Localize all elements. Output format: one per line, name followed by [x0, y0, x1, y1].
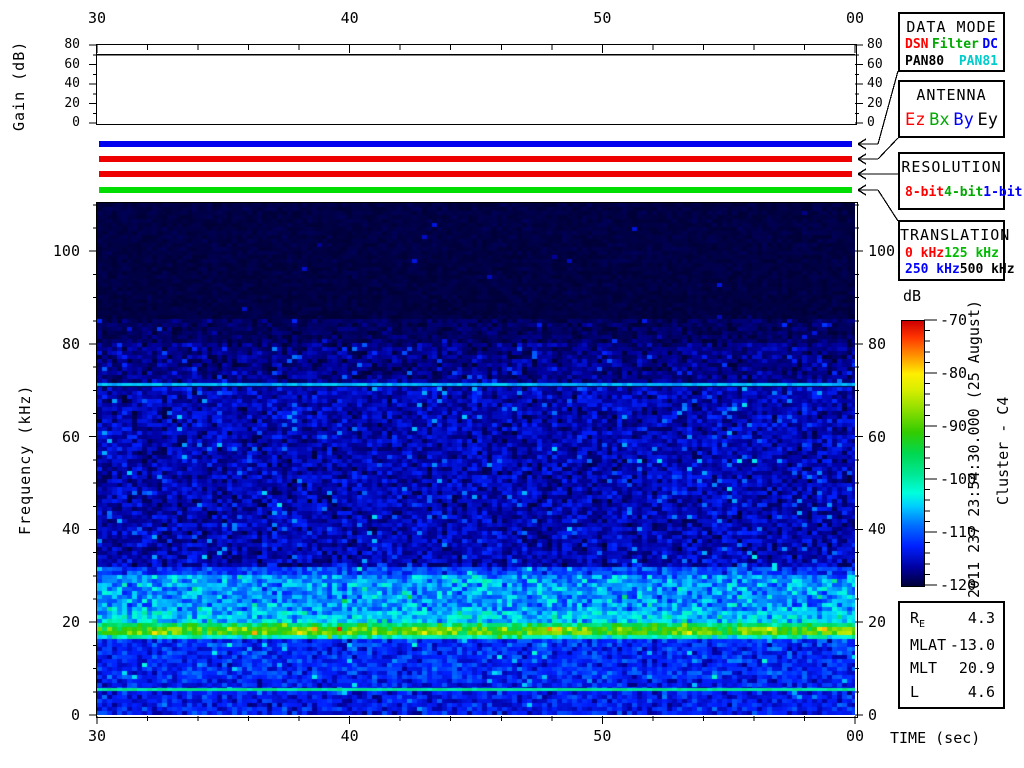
freq-y-tick-label: 0 [70, 706, 80, 724]
gain-y-tick-label-right: 80 [867, 37, 883, 52]
gain-y-tick-label: 20 [64, 95, 80, 111]
resolution-title: RESOLUTION [901, 158, 1002, 176]
resolution-option: 1-bit [983, 184, 1023, 200]
gain-y-tick-label-right: 20 [867, 95, 883, 111]
antenna-option: By [953, 110, 974, 130]
ephemeris-label-subscript: E [919, 618, 926, 630]
antenna-option: Ey [977, 110, 998, 130]
data-mode-title: DATA MODE [906, 18, 997, 36]
translation-title: TRANSLATION [900, 226, 1011, 244]
ephemeris-value: 20.9 [958, 659, 995, 678]
ephemeris-label: L [910, 683, 920, 702]
data-mode-indicator-bar [99, 141, 852, 147]
ephemeris-value: 4.6 [967, 683, 995, 702]
gain-plot [96, 44, 857, 125]
ephemeris-row: MLAT -13.0 [900, 636, 1003, 654]
data-mode-option: PAN81 [958, 53, 998, 69]
ephemeris-panel: RE 4.3 MLAT -13.0 MLT 20.9 L 4.6 [898, 601, 1005, 709]
gain-y-tick-label-right: 40 [867, 76, 883, 91]
time-x-tick-label: 30 [87, 727, 107, 745]
freq-y-tick-label-right: 100 [868, 242, 896, 261]
spectrogram-frame [96, 202, 858, 718]
resolution-panel: RESOLUTION 8-bit 4-bit 1-bit [898, 152, 1022, 210]
colorbar-tick-label: -100 [940, 470, 977, 488]
translation-option: 250 kHz [905, 262, 960, 278]
gain-y-tick-label: 60 [64, 56, 80, 72]
gain-top-x-tick-label: 00 [845, 9, 865, 27]
data-mode-option-row: PAN80 PAN81 [900, 54, 1003, 69]
antenna-option: Bx [929, 110, 950, 130]
antenna-option: Ez [905, 110, 926, 130]
resolution-option: 8-bit [905, 184, 945, 200]
freq-y-tick-label-right: 80 [868, 334, 887, 353]
antenna-option-row: Ez Bx By Ey [900, 110, 1003, 130]
time-x-tick-label: 40 [340, 727, 359, 745]
freq-y-tick-label: 20 [61, 613, 80, 632]
translation-option-row: 250 kHz 500 kHz [900, 262, 1015, 278]
cluster-wbd-spectrogram-display: Gain (dB) Frequency (kHz) dB 2011 237 23… [0, 0, 1024, 768]
colorbar-tick-label: -70 [940, 311, 968, 329]
gain-axis-title: Gain (dB) [10, 40, 28, 132]
freq-y-tick-label: 80 [61, 334, 80, 353]
antenna-panel: ANTENNA Ez Bx By Ey [898, 80, 1005, 138]
gain-y-tick-label: 40 [64, 76, 80, 91]
frequency-axis-title: Frequency (kHz) [16, 384, 34, 536]
colorbar-tick-label: -90 [940, 417, 968, 435]
translation-option: 500 kHz [959, 262, 1015, 278]
colorbar-tick-label: -110 [940, 523, 977, 541]
data-mode-option: DC [982, 37, 998, 53]
time-axis-title: TIME (sec) [890, 729, 981, 747]
gain-y-tick-label: 0 [72, 115, 80, 130]
freq-y-tick-label-right: 0 [868, 706, 878, 724]
gain-top-x-tick-label: 40 [340, 9, 359, 27]
freq-y-tick-label-right: 40 [868, 520, 887, 539]
ephemeris-row: RE 4.3 [900, 609, 1003, 630]
colorbar [901, 320, 925, 587]
ephemeris-label: MLT [910, 659, 938, 678]
resolution-option: 4-bit [944, 184, 984, 200]
translation-option-row: 0 kHz 125 kHz [900, 246, 1003, 261]
freq-y-tick-label: 40 [61, 520, 80, 539]
data-mode-option-row: DSN Filter DC [900, 37, 1003, 52]
data-mode-option: DSN [905, 37, 929, 53]
freq-y-tick-label: 100 [52, 242, 80, 261]
colorbar-tick-label: -120 [940, 576, 977, 594]
translation-option: 0 kHz [905, 245, 945, 261]
ephemeris-value: 4.3 [967, 608, 995, 627]
gain-top-x-tick-label: 50 [593, 9, 612, 27]
data-mode-panel: DATA MODE DSN Filter DC PAN80 PAN81 [898, 12, 1005, 72]
spacecraft-label: Cluster - C4 [994, 396, 1012, 505]
translation-indicator-bar [99, 187, 852, 193]
ephemeris-row: L 4.6 [900, 683, 1003, 701]
gain-y-tick-label-right: 60 [867, 56, 883, 72]
ephemeris-row: MLT 20.9 [900, 659, 1003, 677]
gain-y-tick-label: 80 [64, 37, 80, 52]
datetime-label: 2011 237 23:54:30.000 (25 August) [965, 299, 983, 598]
translation-panel: TRANSLATION 0 kHz 125 kHz 250 kHz 500 kHz [898, 220, 1015, 281]
ephemeris-label: RE [910, 608, 926, 630]
translation-option: 125 kHz [944, 245, 999, 261]
colorbar-title: dB [902, 287, 922, 305]
time-x-tick-label: 00 [845, 727, 865, 745]
freq-y-tick-label-right: 60 [868, 427, 887, 446]
resolution-indicator-bar [99, 171, 852, 177]
time-x-tick-label: 50 [593, 727, 612, 745]
ephemeris-value: -13.0 [949, 635, 995, 654]
data-mode-option: Filter [931, 37, 979, 53]
colorbar-tick-label: -80 [940, 364, 968, 382]
resolution-option-row: 8-bit 4-bit 1-bit [900, 184, 1022, 200]
antenna-indicator-bar [99, 156, 852, 162]
freq-y-tick-label: 60 [61, 427, 80, 446]
gain-top-x-tick-label: 30 [87, 9, 107, 27]
ephemeris-label: MLAT [910, 635, 947, 654]
freq-y-tick-label-right: 20 [868, 613, 887, 632]
antenna-title: ANTENNA [916, 86, 987, 104]
data-mode-option: PAN80 [905, 53, 945, 69]
gain-y-tick-label-right: 0 [867, 115, 875, 130]
